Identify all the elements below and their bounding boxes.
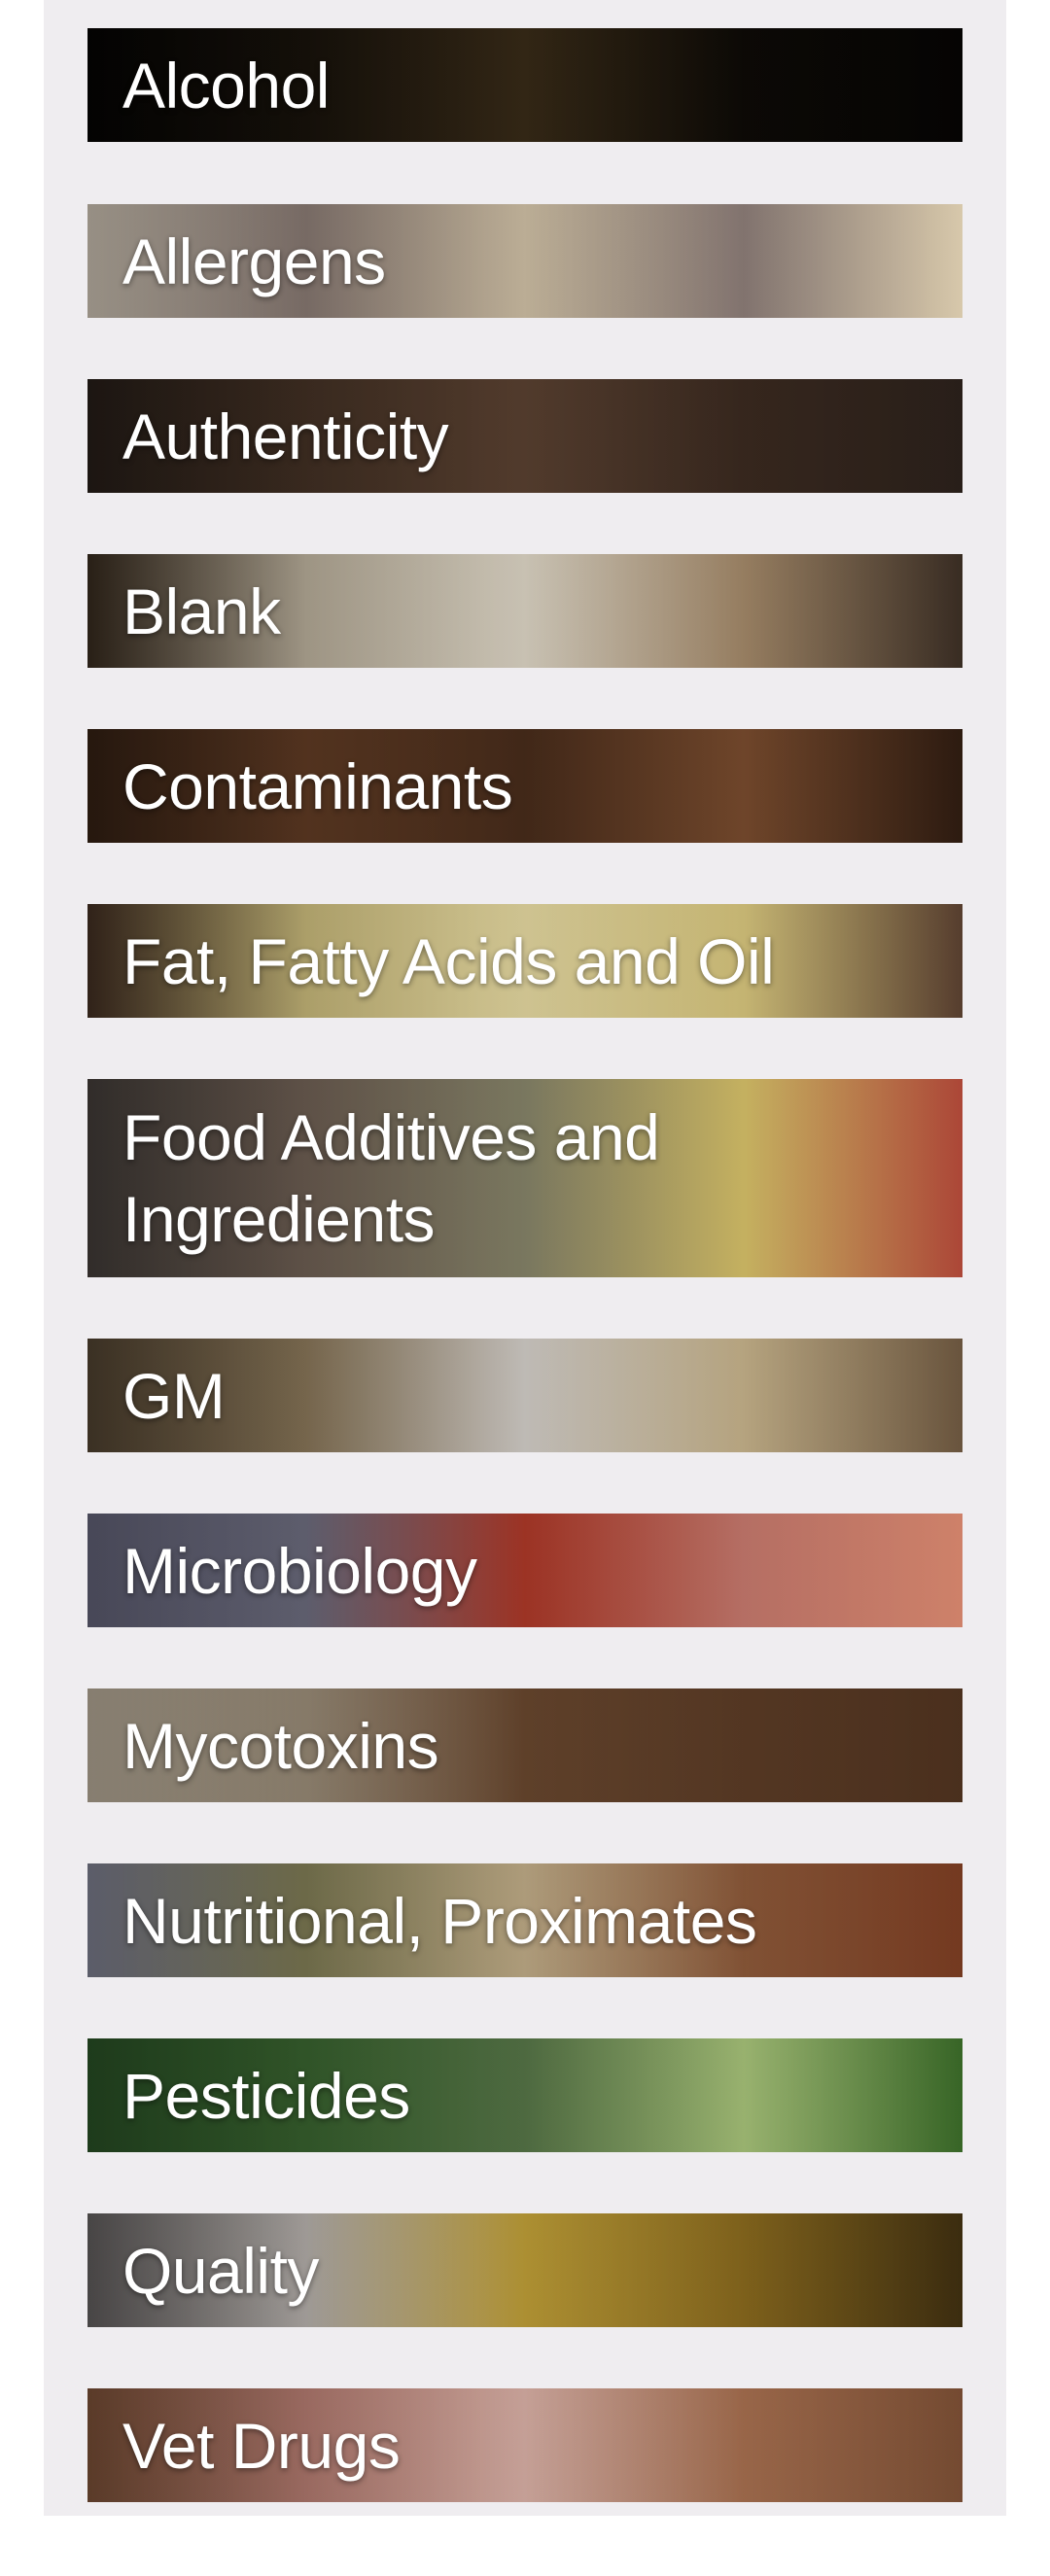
category-label: Mycotoxins <box>122 1709 439 1782</box>
category-tile[interactable]: Food Additives and Ingredients <box>88 1079 962 1277</box>
category-tile[interactable]: Fat, Fatty Acids and Oil <box>88 904 962 1018</box>
category-label: Nutritional, Proximates <box>122 1884 757 1957</box>
category-label: Quality <box>122 2234 319 2307</box>
category-label: Authenticity <box>122 400 449 472</box>
category-label: Alcohol <box>122 49 330 122</box>
category-tile[interactable]: Microbiology <box>88 1514 962 1627</box>
category-tile[interactable]: Blank <box>88 554 962 668</box>
category-tile[interactable]: Nutritional, Proximates <box>88 1863 962 1977</box>
category-tile[interactable]: GM <box>88 1339 962 1452</box>
category-tile[interactable]: Contaminants <box>88 729 962 843</box>
category-label: Food Additives and Ingredients <box>122 1101 660 1255</box>
category-label: Pesticides <box>122 2059 410 2132</box>
category-tile[interactable]: Vet Drugs <box>88 2388 962 2502</box>
category-label: Vet Drugs <box>122 2409 401 2482</box>
category-label: Allergens <box>122 225 386 297</box>
category-tile[interactable]: Mycotoxins <box>88 1688 962 1802</box>
category-tile[interactable]: Allergens <box>88 204 962 318</box>
category-list-panel: Alcohol Allergens Authenticity Blank Contami… <box>44 0 1006 2516</box>
category-label: Fat, Fatty Acids and Oil <box>122 924 775 997</box>
category-tile[interactable]: Pesticides <box>88 2038 962 2152</box>
category-label: Microbiology <box>122 1534 477 1607</box>
category-tile[interactable]: Alcohol <box>88 28 962 142</box>
category-tile[interactable]: Quality <box>88 2213 962 2327</box>
category-tile[interactable]: Authenticity <box>88 379 962 493</box>
category-label: GM <box>122 1359 226 1432</box>
category-label: Blank <box>122 574 281 647</box>
category-label: Contaminants <box>122 749 513 822</box>
